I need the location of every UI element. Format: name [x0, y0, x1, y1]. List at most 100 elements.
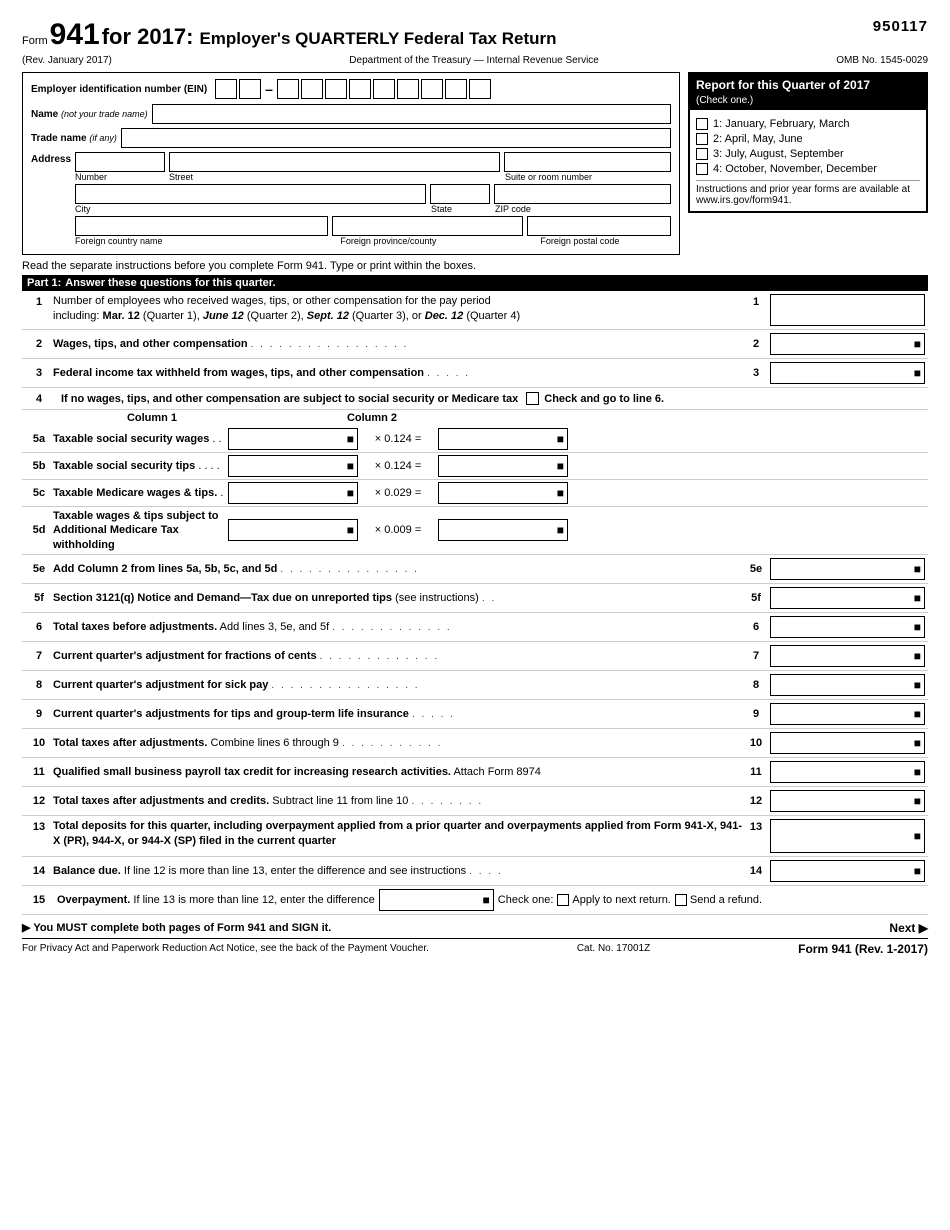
quarter-option-2[interactable]: 2: April, May, June — [696, 133, 920, 145]
ein-box-5[interactable] — [325, 79, 347, 99]
line-15-checkbox-2[interactable] — [675, 894, 687, 906]
line-4-row: 4 If no wages, tips, and other compensat… — [22, 388, 928, 410]
form-description-label: Employer's QUARTERLY Federal Tax Return — [199, 29, 556, 49]
name-input[interactable] — [152, 104, 671, 124]
address-zip-input[interactable] — [494, 184, 671, 204]
line-5e-ref: 5e — [742, 563, 770, 575]
line-12-input[interactable]: ■ — [770, 790, 925, 812]
line-5f-row: 5f Section 3121(q) Notice and Demand—Tax… — [22, 584, 928, 613]
quarter-option-3[interactable]: 3: July, August, September — [696, 148, 920, 160]
line-5e-row: 5e Add Column 2 from lines 5a, 5b, 5c, a… — [22, 555, 928, 584]
address-city-input[interactable] — [75, 184, 426, 204]
line-14-ref: 14 — [742, 865, 770, 877]
part1-description: Answer these questions for this quarter. — [65, 277, 275, 289]
ein-box-10[interactable] — [445, 79, 467, 99]
ein-box-2[interactable] — [239, 79, 261, 99]
line-15-checkbox-1[interactable] — [557, 894, 569, 906]
quarter-checkbox-2[interactable] — [696, 133, 708, 145]
ein-box-1[interactable] — [215, 79, 237, 99]
line-4-desc: If no wages, tips, and other compensatio… — [61, 393, 518, 405]
address-street-input[interactable] — [169, 152, 500, 172]
line-5a-col1[interactable]: ■ — [228, 428, 358, 450]
line-2-input[interactable]: ■ — [770, 333, 925, 355]
line-5a-col2[interactable]: ■ — [438, 428, 568, 450]
line-13-input[interactable]: ■ — [770, 819, 925, 853]
line-15-option-2-label: Send a refund. — [690, 894, 762, 906]
ein-box-7[interactable] — [373, 79, 395, 99]
form-word-label: Form — [22, 35, 48, 47]
line-6-input[interactable]: ■ — [770, 616, 925, 638]
ein-box-9[interactable] — [421, 79, 443, 99]
line-5c-col2[interactable]: ■ — [438, 482, 568, 504]
line-13-row: 13 Total deposits for this quarter, incl… — [22, 816, 928, 857]
next-button[interactable]: Next ▶ — [889, 921, 928, 935]
name-label: Name (not your trade name) — [31, 109, 148, 120]
line-9-input[interactable]: ■ — [770, 703, 925, 725]
line-5d-mult: × 0.009 = — [358, 524, 438, 536]
line-5d-col2[interactable]: ■ — [438, 519, 568, 541]
line-1-input[interactable] — [770, 294, 925, 326]
ein-box-6[interactable] — [349, 79, 371, 99]
line-13-ref: 13 — [742, 819, 770, 833]
line-5b-col2[interactable]: ■ — [438, 455, 568, 477]
quarter-box-title: Report for this Quarter of 2017 (Check o… — [690, 74, 926, 110]
ein-box-8[interactable] — [397, 79, 419, 99]
quarter-checkbox-4[interactable] — [696, 163, 708, 175]
line-8-row: 8 Current quarter's adjustment for sick … — [22, 671, 928, 700]
line-7-input[interactable]: ■ — [770, 645, 925, 667]
line-8-input[interactable]: ■ — [770, 674, 925, 696]
line-7-ref: 7 — [742, 650, 770, 662]
line-8-number: 8 — [25, 679, 53, 691]
line-5b-row: 5b Taxable social security tips . . . . … — [22, 453, 928, 480]
line-5f-desc: Section 3121(q) Notice and Demand—Tax du… — [53, 592, 742, 604]
trade-name-input[interactable] — [121, 128, 671, 148]
line-3-row: 3 Federal income tax withheld from wages… — [22, 359, 928, 388]
line-12-desc: Total taxes after adjustments and credit… — [53, 795, 742, 807]
line-5a-label: Taxable social security wages . . — [53, 433, 228, 445]
line-5f-input[interactable]: ■ — [770, 587, 925, 609]
foreign-postal-input[interactable] — [527, 216, 671, 236]
must-complete-label: ▶ You MUST complete both pages of Form 9… — [22, 921, 331, 934]
line-5a-row: 5a Taxable social security wages . . ■ ×… — [22, 426, 928, 453]
line-15-option-2[interactable]: Send a refund. — [675, 894, 762, 906]
address-state-input[interactable] — [430, 184, 490, 204]
line-5c-col1[interactable]: ■ — [228, 482, 358, 504]
line-9-row: 9 Current quarter's adjustments for tips… — [22, 700, 928, 729]
foreign-province-input[interactable] — [332, 216, 523, 236]
line-7-desc: Current quarter's adjustment for fractio… — [53, 650, 742, 662]
form-year-label: for 2017: — [102, 24, 194, 50]
ein-box-11[interactable] — [469, 79, 491, 99]
line-4-checkbox[interactable] — [526, 392, 539, 405]
line-15-input[interactable]: ■ — [379, 889, 494, 911]
line-6-number: 6 — [25, 621, 53, 633]
line-11-ref: 11 — [742, 766, 770, 778]
ein-box-4[interactable] — [301, 79, 323, 99]
part1-header: Part 1: Answer these questions for this … — [22, 275, 928, 291]
line-11-input[interactable]: ■ — [770, 761, 925, 783]
line-5b-col1[interactable]: ■ — [228, 455, 358, 477]
line-14-input[interactable]: ■ — [770, 860, 925, 882]
quarter-checkbox-3[interactable] — [696, 148, 708, 160]
line-15-option-1[interactable]: Apply to next return. — [557, 894, 670, 906]
line-5a-mult: × 0.124 = — [358, 433, 438, 445]
form-number-label: 941 — [50, 18, 100, 52]
page-number: 950117 — [873, 18, 928, 35]
line-3-input[interactable]: ■ — [770, 362, 925, 384]
line-3-desc: Federal income tax withheld from wages, … — [53, 367, 742, 379]
ein-box-3[interactable] — [277, 79, 299, 99]
line-5c-number: 5c — [25, 487, 53, 499]
line-2-ref: 2 — [742, 338, 770, 350]
line-10-input[interactable]: ■ — [770, 732, 925, 754]
line-1-ref: 1 — [742, 294, 770, 308]
address-suite-input[interactable] — [504, 152, 671, 172]
quarter-option-4[interactable]: 4: October, November, December — [696, 163, 920, 175]
line-5d-col1[interactable]: ■ — [228, 519, 358, 541]
quarter-option-1[interactable]: 1: January, February, March — [696, 118, 920, 130]
line-5f-ref: 5f — [742, 592, 770, 604]
quarter-checkbox-1[interactable] — [696, 118, 708, 130]
foreign-country-input[interactable] — [75, 216, 328, 236]
foreign-province-sublabel: Foreign province/county — [340, 236, 536, 246]
address-number-input[interactable] — [75, 152, 165, 172]
line-5e-input[interactable]: ■ — [770, 558, 925, 580]
line-5a-number: 5a — [25, 433, 53, 445]
